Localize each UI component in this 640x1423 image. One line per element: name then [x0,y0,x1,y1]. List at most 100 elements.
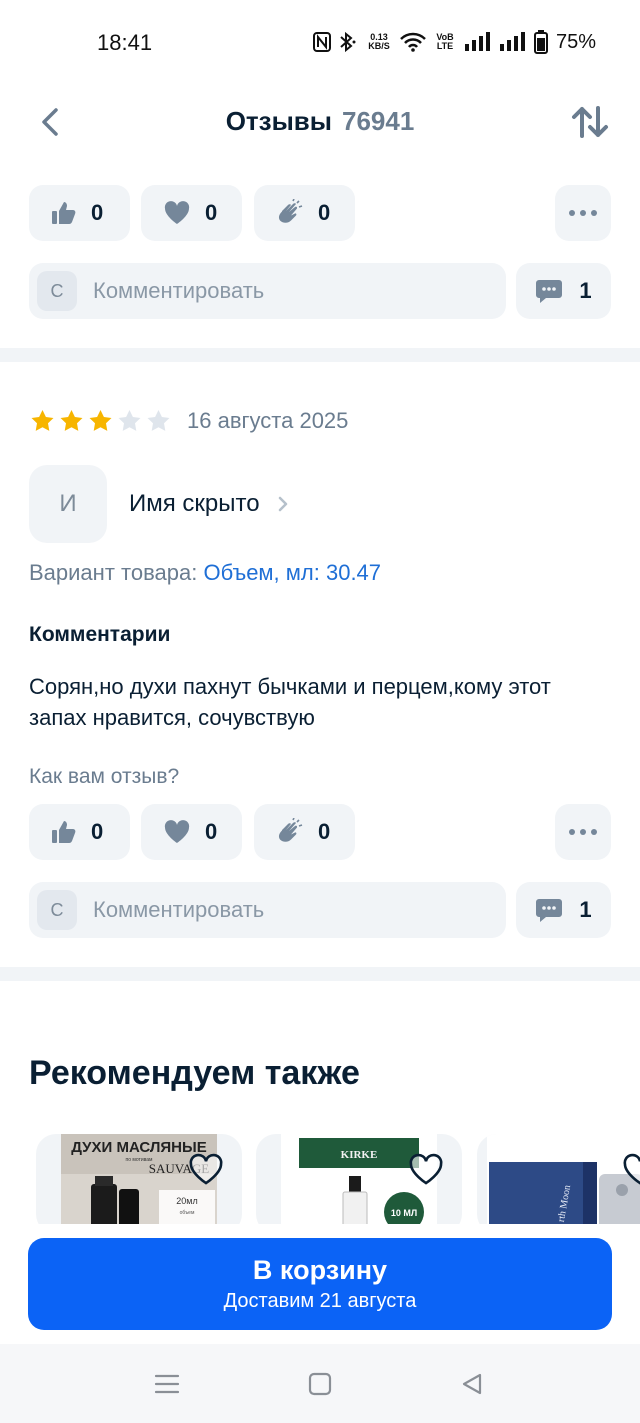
like-count: 0 [91,819,104,844]
rating-stars [30,409,171,433]
heart-outline-icon [189,1153,223,1185]
status-bar: 18:41 0.13 KB/S VoB LTE 75% [0,0,640,86]
review-author[interactable]: И Имя скрыто [29,465,288,543]
recent-apps-button[interactable] [147,1368,187,1400]
product-variant: Вариант товара: Объем, мл: 30.47 [29,560,381,586]
heart-button[interactable]: 0 [141,185,242,241]
clap-icon [278,818,303,842]
heart-outline-icon [623,1153,640,1185]
heart-count: 0 [205,819,218,844]
comment-input[interactable]: С Комментировать [29,882,506,938]
status-icons: 0.13 KB/S VoB LTE 75% [313,28,596,56]
add-to-cart-button[interactable]: В корзину Доставим 21 августа [28,1238,612,1330]
comment-placeholder: Комментировать [93,278,265,303]
review-rating-row: 16 августа 2025 [30,404,348,438]
heart-outline-icon [409,1153,443,1185]
battery-percentage: 75% [556,30,597,53]
like-button[interactable]: 0 [29,804,130,860]
comment-bubble-icon [536,899,563,922]
page-title: Отзывы 76941 [0,106,640,137]
review-date: 16 августа 2025 [187,408,349,433]
heart-icon [164,820,190,843]
variant-label: Вариант товара: [29,560,198,585]
section-divider [0,348,640,362]
comments-button[interactable]: 1 [516,882,611,938]
menu-icon [154,1374,180,1394]
system-back-button[interactable] [452,1368,492,1400]
system-navigation-bar [0,1344,640,1423]
net-speed-unit: KB/S [368,41,390,51]
page-title-text: Отзывы [225,106,332,136]
star-icon [89,410,112,431]
status-time: 18:41 [97,30,153,55]
network-speed: 0.13 KB/S [365,33,393,51]
favorite-button[interactable] [618,1148,640,1192]
triangle-back-icon [462,1373,482,1395]
image-badge-sub: объем [180,1210,195,1216]
variant-value[interactable]: Объем, мл: 30.47 [203,560,381,585]
clap-button[interactable]: 0 [254,185,355,241]
clap-button[interactable]: 0 [254,804,355,860]
thumbs-up-icon [52,821,76,843]
review-comment-row: С Комментировать 1 [29,882,611,938]
comments-count: 1 [579,897,592,922]
reviews-count: 76941 [341,106,415,136]
more-dots-icon [569,829,597,835]
review-reactions: 0 0 0 [29,804,611,860]
product-card[interactable]: rth Moon [477,1134,640,1224]
cart-bar: В корзину Доставим 21 августа [0,1224,640,1344]
like-count: 0 [91,200,104,225]
previous-review-comment-row: С Комментировать 1 [29,263,611,319]
star-icon [118,410,141,431]
volte-bottom: LTE [436,41,454,51]
favorite-button[interactable] [184,1148,228,1192]
more-options-button[interactable] [555,804,611,860]
user-avatar: С [37,890,77,930]
comment-bubble-icon [536,280,563,303]
signal-icon-2 [499,32,527,52]
heart-button[interactable]: 0 [141,804,242,860]
star-icon [147,410,170,431]
favorite-button[interactable] [404,1148,448,1192]
image-badge: 20мл [176,1196,197,1206]
wifi-icon [400,32,426,52]
more-dots-icon [569,210,597,216]
star-icon [31,410,54,431]
header: Отзывы 76941 [0,86,640,158]
bluetooth-icon [338,31,358,53]
thumbs-up-icon [52,202,76,224]
comment-input[interactable]: С Комментировать [29,263,506,319]
review-feedback-question: Как вам отзыв? [29,765,180,788]
comments-heading: Комментарии [29,623,171,646]
battery-icon [534,30,548,54]
product-card[interactable]: ДУХИ МАСЛЯНЫЕ по мотивам SAUVAGE 20мл об… [36,1134,242,1224]
home-button[interactable] [300,1368,340,1400]
like-button[interactable]: 0 [29,185,130,241]
author-avatar: И [29,465,107,543]
heart-count: 0 [205,200,218,225]
image-badge: 10 МЛ [391,1208,417,1218]
user-avatar: С [37,271,77,311]
nfc-icon [313,32,331,52]
clap-count: 0 [318,200,331,225]
signal-icon [464,32,492,52]
delivery-date: Доставим 21 августа [223,1290,417,1312]
sort-button[interactable] [568,102,612,142]
image-label: KIRKE [341,1149,378,1161]
heart-icon [164,201,190,224]
section-divider [0,967,640,981]
review-text: Сорян,но духи пахнут бычками и перцем,ко… [29,674,551,730]
recommendations-carousel[interactable]: ДУХИ МАСЛЯНЫЕ по мотивам SAUVAGE 20мл об… [0,1134,640,1224]
clap-count: 0 [318,819,331,844]
recommendations-title: Рекомендуем также [29,1054,360,1092]
chevron-right-icon [278,496,288,512]
product-card[interactable]: KIRKE 10 МЛ [256,1134,462,1224]
sort-arrows-icon [572,106,608,138]
clap-icon [278,199,303,223]
comments-button[interactable]: 1 [516,263,611,319]
more-options-button[interactable] [555,185,611,241]
star-icon [60,410,83,431]
comments-count: 1 [579,278,592,303]
square-icon [308,1372,332,1396]
volte-indicator: VoB LTE [433,33,457,51]
